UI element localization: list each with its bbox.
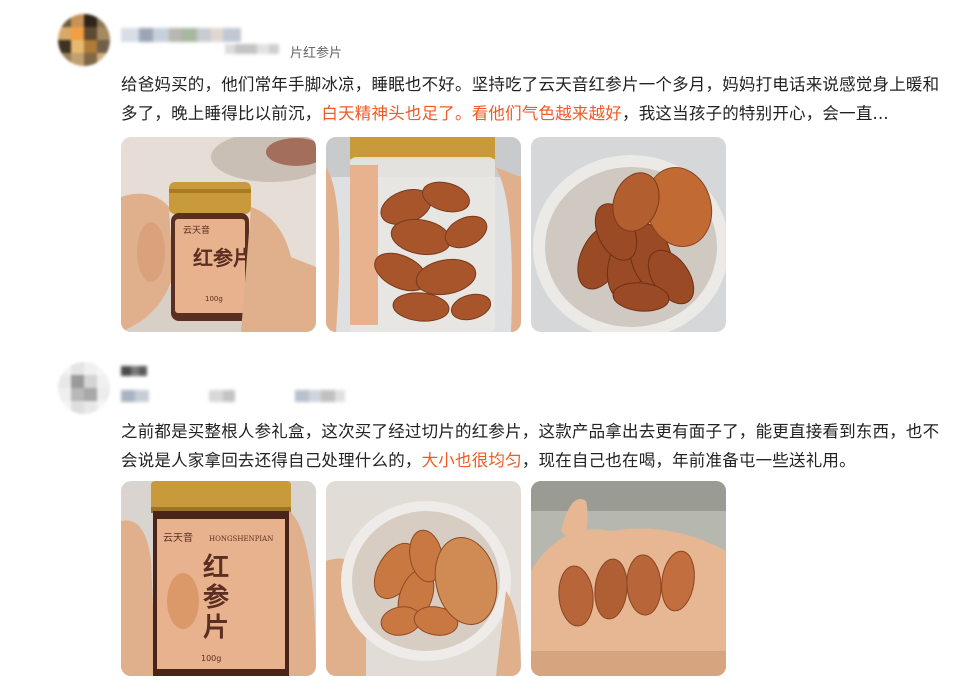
jar-closeup-photo[interactable]: 云天音 HONGSHENPIAN 红 参 片 100g [121, 481, 316, 676]
jar-weight-text: 100g [201, 654, 221, 663]
jar-title-text: 红参片 [193, 246, 253, 270]
review-text: 给爸妈买的，他们常年手脚冰凉，睡眠也不好。坚持吃了云天音红参片一个多月，妈妈打电… [121, 70, 951, 128]
jar-in-hand-illustration: 云天音 红参片 100g [121, 137, 316, 332]
username-blurred[interactable] [121, 28, 241, 42]
timestamp-blurred [121, 390, 345, 402]
review-card: 片红参片 给爸妈买的，他们常年手脚冰凉，睡眠也不好。坚持吃了云天音红参片一个多月… [0, 0, 969, 340]
user-avatar[interactable] [58, 362, 110, 414]
review-text-highlight: 大小也很均匀 [421, 451, 522, 470]
jar-weight-text: 100g [205, 295, 223, 303]
review-text: 之前都是买整根人参礼盒，这次买了经过切片的红参片，这款产品拿出去更有面子了，能更… [121, 417, 951, 475]
open-jar-slices-photo[interactable] [531, 137, 726, 332]
jar-title-char: 参 [203, 582, 229, 613]
review-text-part: ，现在自己也在喝，年前准备屯一些送礼用。 [521, 451, 856, 470]
jar-closeup-illustration: 云天音 HONGSHENPIAN 红 参 片 100g [121, 481, 316, 676]
user-avatar[interactable] [58, 14, 110, 66]
jar-in-hand-photo[interactable]: 云天音 红参片 100g [121, 137, 316, 332]
jar-top-slices-illustration [326, 481, 521, 676]
username-blurred[interactable] [121, 366, 147, 376]
review-text-highlight: 白天精神头也足了。看他们气色越来越好 [321, 104, 623, 123]
jar-brand-text: 云天音 [163, 531, 193, 544]
product-spec-tag: 片红参片 [290, 46, 343, 61]
jar-title-char: 红 [203, 552, 229, 583]
jar-brand-text: 云天音 [183, 224, 210, 236]
review-text-part: ，我这当孩子的特别开心，会一直... [622, 104, 889, 123]
jar-side-slices-photo[interactable] [326, 137, 521, 332]
review-card: 之前都是买整根人参礼盒，这次买了经过切片的红参片，这款产品拿出去更有面子了，能更… [0, 352, 969, 697]
jar-title-char: 片 [203, 613, 229, 643]
jar-side-slices-illustration [326, 137, 521, 332]
slices-on-palm-illustration [531, 481, 726, 676]
open-jar-slices-illustration [531, 137, 726, 332]
jar-top-slices-photo[interactable] [326, 481, 521, 676]
jar-pinyin-text: HONGSHENPIAN [209, 535, 273, 543]
timestamp-blurred [225, 44, 279, 54]
slices-on-palm-photo[interactable] [531, 481, 726, 676]
